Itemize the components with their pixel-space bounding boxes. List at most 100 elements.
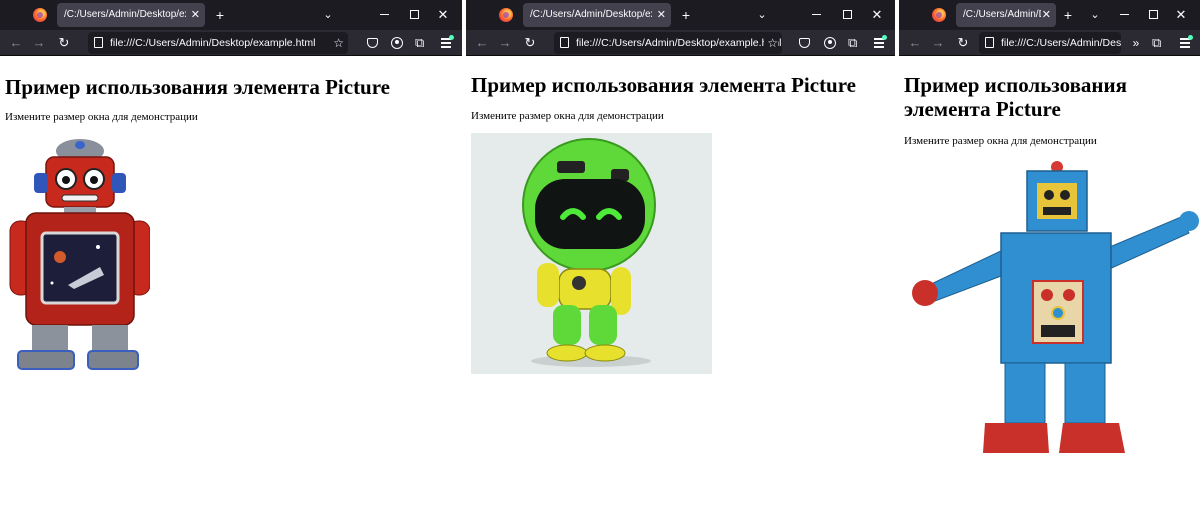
robot-ear-left [34, 173, 48, 193]
chest-button [1051, 306, 1065, 320]
robot-pupil-left [62, 176, 70, 184]
plus-icon[interactable]: + [1060, 0, 1076, 30]
arrow-right-icon[interactable]: → [497, 30, 513, 56]
arrow-left-icon[interactable]: ← [907, 30, 923, 56]
hamburger-menu-icon[interactable] [441, 35, 454, 48]
page-icon [560, 37, 569, 48]
chest-vent [1041, 325, 1075, 337]
robot-hand-left [912, 280, 938, 306]
tab-title: /C:/Users/Admin/Desktop/example.html [530, 9, 652, 20]
page-content: Пример использования элемента Picture Из… [0, 57, 462, 516]
reload-icon[interactable]: ↻ [56, 30, 72, 56]
url-bar[interactable]: file:///C:/Users/Admin/Desktop/example.h… [88, 32, 348, 54]
minimize-icon[interactable] [1120, 14, 1129, 15]
blue-wooden-robot-image [912, 161, 1199, 453]
nav-bar: ← → ↻ file:///C:/Users/Admin/Desktop/exa… [0, 30, 462, 56]
firefox-icon [33, 8, 47, 22]
tab-bar: /C:/Users/Admin/Desktop/example.html ✕ +… [466, 0, 895, 30]
robot-head-clip-left [557, 161, 585, 173]
robot-foot-right [87, 350, 139, 370]
tab-close-icon[interactable]: ✕ [1042, 3, 1051, 27]
url-bar[interactable]: file:///C:/Users/Admin/Desktop/example.h… [979, 32, 1121, 54]
arrow-right-icon[interactable]: → [31, 30, 47, 56]
page-content: Пример использования элемента Picture Из… [899, 57, 1200, 516]
puzzle-icon[interactable]: ⧉ [848, 30, 857, 56]
minimize-icon[interactable] [380, 14, 389, 15]
robot-arm-left [537, 263, 559, 307]
arrow-right-icon[interactable]: → [930, 30, 946, 56]
tab-bar: /C:/Users/Admin/Desktop/example.html ✕ +… [899, 0, 1200, 30]
firefox-icon [932, 8, 946, 22]
tab-title: /C:/Users/Admin/Desktop/example.html [963, 9, 1041, 20]
arrow-left-icon[interactable]: ← [8, 30, 24, 56]
robot-eye-right [1060, 190, 1070, 200]
robot-foot-left [546, 344, 588, 362]
hamburger-menu-icon[interactable] [874, 35, 887, 48]
robot-pupil-right [90, 176, 98, 184]
star-icon[interactable]: ☆ [764, 32, 778, 54]
tab-bar: /C:/Users/Admin/Desktop/example.html ✕ +… [0, 0, 462, 30]
puzzle-icon[interactable]: ⧉ [415, 30, 424, 56]
star-icon[interactable]: ☆ [333, 32, 344, 54]
robot-torso [558, 268, 612, 310]
robot-leg-left [1004, 362, 1046, 424]
chevron-down-icon[interactable]: ⌄ [1087, 0, 1103, 30]
robot-foot-right [1059, 423, 1125, 453]
robot-leg-right [92, 325, 128, 353]
chest-dial-right [1063, 289, 1075, 301]
minimize-icon[interactable] [812, 14, 821, 15]
pocket-icon[interactable] [367, 38, 378, 48]
chest-dial-left [1041, 289, 1053, 301]
page-description: Измените размер окна для демонстрации [471, 110, 664, 122]
tab-example-html[interactable]: /C:/Users/Admin/Desktop/example.html ✕ [57, 3, 205, 27]
nav-bar: ← → ↻ file:///C:/Users/Admin/Desktop/exa… [466, 30, 895, 56]
tab-close-icon[interactable]: ✕ [191, 3, 200, 27]
red-tin-robot-image [9, 139, 150, 370]
double-chevron-icon[interactable]: » [1128, 30, 1144, 56]
account-icon[interactable] [391, 37, 403, 49]
chest-star [50, 281, 54, 285]
url-bar[interactable]: file:///C:/Users/Admin/Desktop/example.h… [554, 32, 782, 54]
plus-icon[interactable]: + [212, 0, 228, 30]
browser-window-2: /C:/Users/Admin/Desktop/example.html ✕ +… [466, 0, 895, 516]
robot-eye-left [1044, 190, 1054, 200]
maximize-icon[interactable] [410, 10, 419, 19]
robot-foot-left [983, 423, 1049, 453]
tab-close-icon[interactable]: ✕ [657, 3, 666, 27]
robot-foot-left [17, 350, 75, 370]
robot-chest-joint [572, 276, 586, 290]
close-window-icon[interactable]: ✕ [1175, 6, 1187, 24]
page-heading: Пример использования элемента Picture [471, 73, 857, 97]
puzzle-icon[interactable]: ⧉ [1152, 30, 1161, 56]
chevron-down-icon[interactable]: ⌄ [754, 0, 770, 30]
tab-example-html[interactable]: /C:/Users/Admin/Desktop/example.html ✕ [523, 3, 671, 27]
pocket-icon[interactable] [799, 38, 810, 48]
robot-chest-screen [40, 231, 120, 305]
robot-antenna-light [75, 141, 85, 149]
chevron-down-icon[interactable]: ⌄ [320, 0, 336, 30]
page-heading: Пример использования элемента Picture [904, 73, 1127, 121]
robot-face-screen [535, 179, 645, 249]
close-window-icon[interactable]: ✕ [871, 6, 883, 24]
green-cartoon-robot-image [471, 133, 712, 374]
robot-leg-left [32, 325, 68, 353]
maximize-icon[interactable] [843, 10, 852, 19]
arrow-left-icon[interactable]: ← [474, 30, 490, 56]
robot-arm-left [928, 248, 1010, 302]
url-text: file:///C:/Users/Admin/Desktop/example.h… [110, 37, 316, 49]
account-icon[interactable] [824, 37, 836, 49]
maximize-icon[interactable] [1149, 10, 1158, 19]
page-content: Пример использования элемента Picture Из… [466, 57, 895, 516]
plus-icon[interactable]: + [678, 0, 694, 30]
tab-example-html[interactable]: /C:/Users/Admin/Desktop/example.html ✕ [956, 3, 1056, 27]
close-window-icon[interactable]: ✕ [437, 6, 449, 24]
reload-icon[interactable]: ↻ [522, 30, 538, 56]
url-text: file:///C:/Users/Admin/Desktop/example.h… [576, 37, 782, 49]
hamburger-menu-icon[interactable] [1180, 35, 1193, 48]
robot-ear-right [112, 173, 126, 193]
robot-arm-right [611, 267, 631, 315]
reload-icon[interactable]: ↻ [955, 30, 971, 56]
robot-mouth-grille [1043, 207, 1071, 215]
url-text: file:///C:/Users/Admin/Desktop/example.h… [1001, 37, 1121, 49]
tab-title: /C:/Users/Admin/Desktop/example.html [64, 9, 186, 20]
